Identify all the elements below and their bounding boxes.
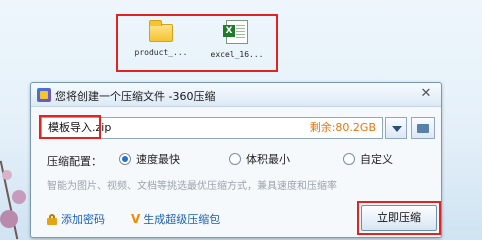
vip-v-icon: V [131, 212, 141, 226]
filename-highlight [39, 115, 101, 139]
self-extract-label: 生成超级压缩包 [143, 213, 221, 226]
compression-hint: 智能为图片、视频、文档等挑选最优压缩方式，兼具速度和压缩率 [47, 181, 337, 192]
desktop-icon-label: product_... [134, 48, 188, 57]
radio-unselected-icon [343, 153, 355, 165]
dialog-footer: 添加密码 V 生成超级压缩包 立即压缩 [47, 201, 441, 235]
radio-label: 自定义 [360, 153, 393, 166]
excel-file-icon: X [223, 20, 248, 44]
lock-icon [47, 213, 57, 225]
radio-smallest[interactable]: 体积最小 [229, 151, 290, 167]
radio-label: 速度最快 [136, 153, 180, 166]
self-extract-link[interactable]: V 生成超级压缩包 [131, 211, 220, 227]
radio-unselected-icon [229, 153, 241, 165]
dialog-titlebar[interactable]: 您将创建一个压缩文件 -360压缩 ✕ [31, 83, 441, 107]
desktop-icon-excel[interactable]: X excel_16... [202, 20, 272, 59]
radio-selected-icon [119, 153, 131, 165]
filename-row: 模板导入.zip 剩余:80.2GB [39, 115, 435, 139]
add-password-link[interactable]: 添加密码 [47, 211, 105, 227]
compression-label: 压缩配置： [47, 155, 102, 168]
chevron-down-icon[interactable] [385, 117, 407, 139]
dialog-title: 您将创建一个压缩文件 -360压缩 [55, 90, 216, 103]
radio-fastest[interactable]: 速度最快 [119, 151, 180, 167]
add-password-label: 添加密码 [61, 213, 105, 226]
desktop-icons-highlight: product_... X excel_16... [116, 14, 278, 72]
desktop-icon-label: excel_16... [210, 50, 264, 59]
free-space-label: 剩余:80.2GB [309, 121, 376, 134]
desktop-icon-product[interactable]: product_... [126, 20, 196, 57]
compression-options: 压缩配置： 速度最快 体积最小 自定义 [47, 151, 437, 169]
create-archive-dialog: 您将创建一个压缩文件 -360压缩 ✕ 模板导入.zip 剩余:80.2GB 压… [30, 82, 442, 238]
radio-label: 体积最小 [246, 153, 290, 166]
folder-icon [149, 20, 173, 42]
browse-folder-icon[interactable] [411, 117, 435, 139]
close-button[interactable]: ✕ [419, 87, 433, 101]
radio-custom[interactable]: 自定义 [343, 151, 393, 167]
compress-now-button[interactable]: 立即压缩 [361, 205, 437, 231]
360zip-app-icon [37, 88, 51, 102]
